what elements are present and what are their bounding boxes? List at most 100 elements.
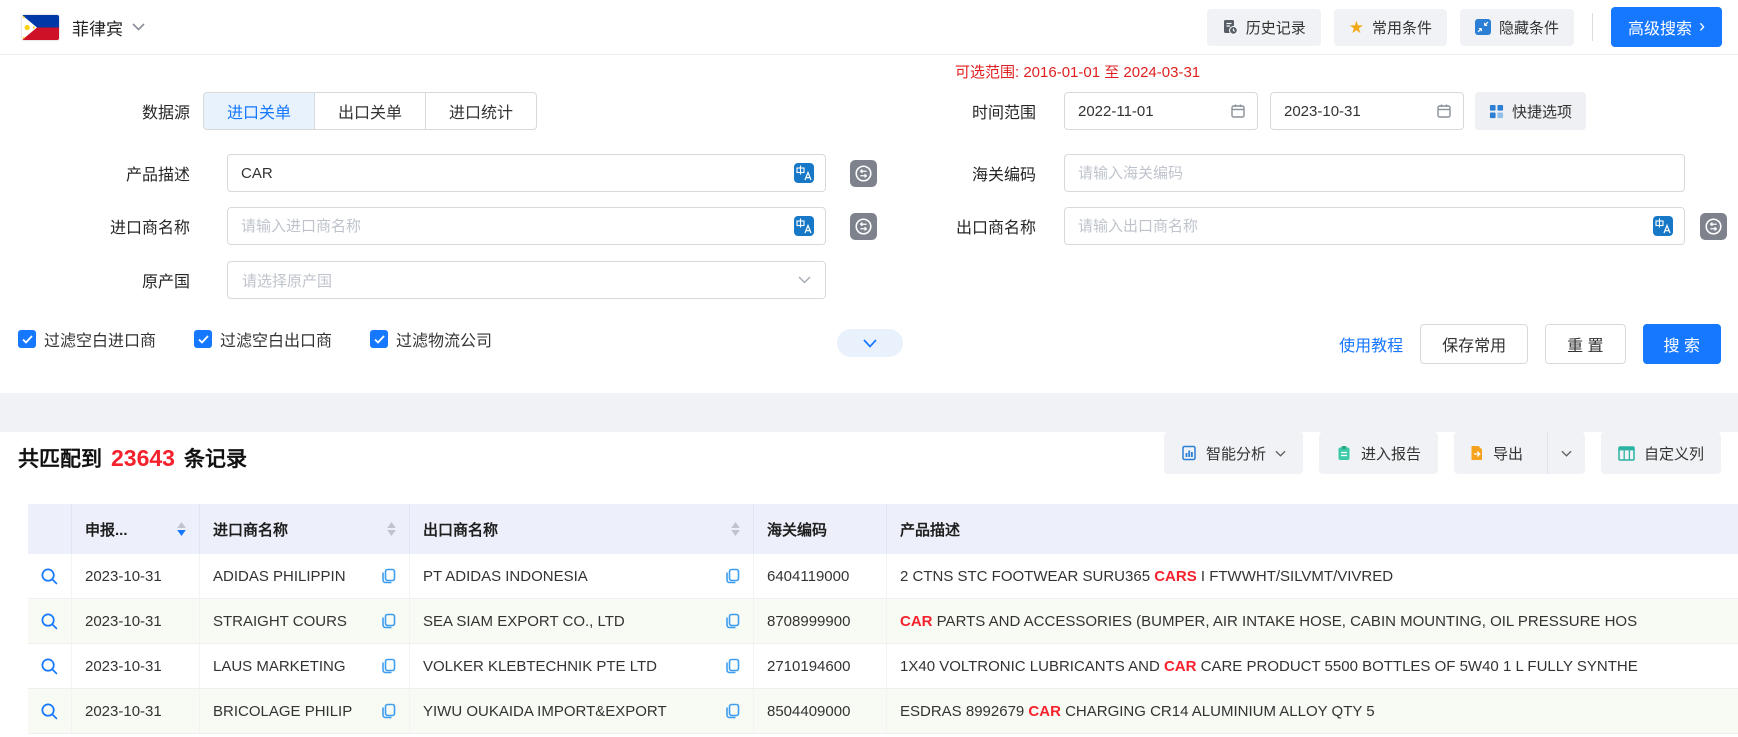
cell-hs-code: 2710194600 — [754, 644, 887, 688]
copy-icon[interactable] — [724, 613, 740, 629]
columns-icon — [1618, 446, 1635, 461]
exclude-filter-icon[interactable] — [1700, 213, 1727, 240]
checkbox-checked-icon[interactable] — [194, 330, 212, 348]
cell-description: CAR PARTS AND ACCESSORIES (BUMPER, AIR I… — [887, 599, 1738, 643]
hs-code-label: 海关编码 — [846, 161, 1036, 185]
collapse-icon — [1475, 19, 1491, 35]
header-description: 产品描述 — [887, 504, 1738, 554]
copy-icon[interactable] — [380, 613, 396, 629]
count-prefix: 共匹配到 — [18, 443, 102, 473]
translate-icon[interactable] — [794, 216, 814, 236]
hide-conditions-button[interactable]: 隐藏条件 — [1460, 9, 1574, 46]
collapse-form-button[interactable] — [837, 329, 903, 357]
sort-control[interactable] — [387, 522, 396, 536]
cell-importer[interactable]: BRICOLAGE PHILIP — [213, 703, 352, 720]
product-desc-input[interactable] — [239, 164, 794, 183]
cell-importer[interactable]: LAUS MARKETING — [213, 658, 346, 675]
export-more-button[interactable] — [1547, 432, 1585, 474]
star-icon: ★ — [1349, 19, 1364, 36]
sort-control[interactable] — [731, 522, 740, 536]
exporter-field[interactable] — [1064, 207, 1685, 245]
smart-analysis-button[interactable]: 智能分析 — [1164, 432, 1303, 474]
importer-field[interactable] — [227, 207, 826, 245]
time-range-label: 时间范围 — [846, 99, 1036, 123]
copy-icon[interactable] — [724, 703, 740, 719]
filter-label: 过滤空白进口商 — [44, 327, 156, 351]
hs-code-field[interactable] — [1064, 154, 1685, 192]
chevron-right-icon: › — [1699, 17, 1705, 35]
export-button[interactable]: 导出 — [1454, 432, 1538, 474]
end-date-field[interactable] — [1270, 92, 1464, 130]
calendar-icon[interactable] — [1230, 103, 1246, 119]
cell-importer[interactable]: STRAIGHT COURS — [213, 613, 347, 630]
tab-export-declarations[interactable]: 出口关单 — [314, 92, 426, 130]
end-date-input[interactable] — [1282, 102, 1436, 121]
cell-importer[interactable]: ADIDAS PHILIPPIN — [213, 568, 346, 585]
copy-icon[interactable] — [380, 658, 396, 674]
translate-icon[interactable] — [1653, 216, 1673, 236]
table-header-row: 申报... 进口商名称 出口商名称 — [28, 504, 1738, 554]
checkbox-checked-icon[interactable] — [18, 330, 36, 348]
favorite-conditions-button[interactable]: ★ 常用条件 — [1334, 9, 1447, 46]
cell-hs-code: 8504409000 — [754, 689, 887, 733]
translate-icon[interactable] — [794, 163, 814, 183]
history-button[interactable]: 历史记录 — [1207, 9, 1321, 46]
hs-code-input[interactable] — [1076, 164, 1673, 183]
advanced-search-button[interactable]: 高级搜索 › — [1611, 7, 1722, 47]
country-selector[interactable]: 菲律宾 — [22, 15, 145, 40]
copy-icon[interactable] — [380, 703, 396, 719]
customize-columns-button[interactable]: 自定义列 — [1601, 432, 1721, 474]
copy-icon[interactable] — [380, 568, 396, 584]
table-row[interactable]: 2023-10-31 ADIDAS PHILIPPIN PT ADIDAS IN… — [28, 554, 1738, 599]
highlighted-keyword: CARS — [1154, 568, 1197, 585]
filter-blank-importer[interactable]: 过滤空白进口商 — [18, 327, 156, 351]
calendar-icon[interactable] — [1436, 103, 1452, 119]
filter-blank-exporter[interactable]: 过滤空白出口商 — [194, 327, 332, 351]
table-row[interactable]: 2023-10-31 STRAIGHT COURS SEA SIAM EXPOR… — [28, 599, 1738, 644]
start-date-field[interactable] — [1064, 92, 1258, 130]
cell-exporter[interactable]: SEA SIAM EXPORT CO., LTD — [423, 613, 625, 630]
table-row[interactable]: 2023-10-31 BRICOLAGE PHILIP YIWU OUKAIDA… — [28, 689, 1738, 734]
country-name: 菲律宾 — [72, 15, 123, 40]
search-button[interactable]: 搜 索 — [1643, 324, 1721, 364]
cell-declare-date: 2023-10-31 — [72, 599, 200, 643]
chevron-down-icon — [132, 23, 145, 31]
filter-logistics-company[interactable]: 过滤物流公司 — [370, 327, 492, 351]
checkbox-checked-icon[interactable] — [370, 330, 388, 348]
enter-report-button[interactable]: 进入报告 — [1319, 432, 1438, 474]
importer-input[interactable] — [239, 217, 794, 236]
header-exporter[interactable]: 出口商名称 — [410, 504, 754, 554]
header-importer[interactable]: 进口商名称 — [200, 504, 410, 554]
quick-options-button[interactable]: 快捷选项 — [1475, 92, 1586, 130]
magnifier-icon[interactable] — [40, 657, 59, 676]
sort-control[interactable] — [177, 522, 186, 536]
exporter-input[interactable] — [1076, 217, 1653, 236]
header-declare-date[interactable]: 申报... — [72, 504, 200, 554]
magnifier-icon[interactable] — [40, 702, 59, 721]
cell-exporter[interactable]: VOLKER KLEBTECHNIK PTE LTD — [423, 658, 657, 675]
copy-icon[interactable] — [724, 658, 740, 674]
reset-button[interactable]: 重 置 — [1545, 324, 1625, 364]
bi-chart-icon — [1181, 445, 1197, 461]
origin-placeholder: 请选择原产国 — [242, 270, 332, 291]
magnifier-icon[interactable] — [40, 567, 59, 586]
start-date-input[interactable] — [1076, 102, 1230, 121]
tab-import-declarations[interactable]: 进口关单 — [203, 92, 315, 130]
report-icon — [1336, 445, 1352, 461]
customize-columns-label: 自定义列 — [1644, 443, 1704, 464]
cell-declare-date: 2023-10-31 — [72, 689, 200, 733]
save-conditions-button[interactable]: 保存常用 — [1420, 324, 1528, 364]
tab-import-statistics[interactable]: 进口统计 — [425, 92, 537, 130]
origin-select[interactable]: 请选择原产国 — [227, 261, 826, 299]
copy-icon[interactable] — [724, 568, 740, 584]
tutorial-link[interactable]: 使用教程 — [1339, 332, 1403, 356]
cell-exporter[interactable]: PT ADIDAS INDONESIA — [423, 568, 588, 585]
table-row[interactable]: 2023-10-31 LAUS MARKETING VOLKER KLEBTEC… — [28, 644, 1738, 689]
filter-label: 过滤空白出口商 — [220, 327, 332, 351]
results-table: 申报... 进口商名称 出口商名称 — [28, 504, 1738, 734]
enter-report-label: 进入报告 — [1361, 443, 1421, 464]
product-desc-field[interactable] — [227, 154, 826, 192]
export-button-group: 导出 — [1454, 432, 1585, 474]
cell-exporter[interactable]: YIWU OUKAIDA IMPORT&EXPORT — [423, 703, 667, 720]
magnifier-icon[interactable] — [40, 612, 59, 631]
